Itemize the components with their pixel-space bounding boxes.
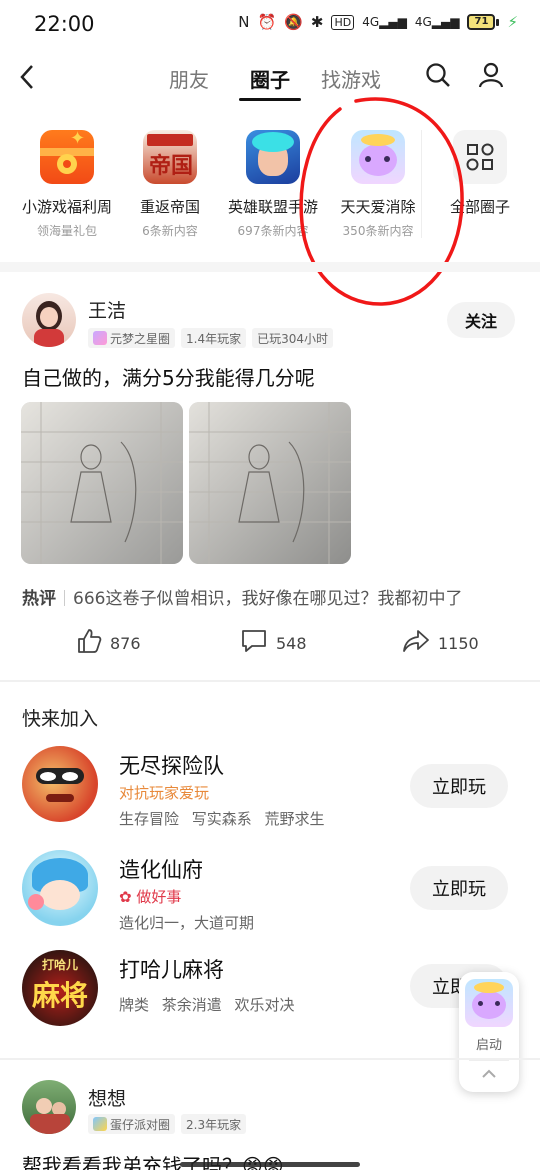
hd-icon: HD (331, 14, 355, 30)
player-years-tag: 2.3年玩家 (181, 1114, 247, 1134)
post-author[interactable]: 想想 (88, 1084, 126, 1111)
share-button[interactable]: 1150 (402, 628, 479, 658)
game-item-zaohua[interactable]: 造化仙府 ✿ 做好事 造化归一，大道可期 立即玩 (0, 850, 540, 950)
game-icon-wujin (22, 746, 98, 822)
cat-game-icon (465, 979, 513, 1027)
join-section-title: 快来加入 (22, 708, 99, 730)
game-icon-mahjong: 打哈儿 麻将 (22, 950, 98, 1026)
thumbs-up-icon (76, 628, 102, 658)
follow-button[interactable]: 关注 (447, 302, 515, 338)
avatar[interactable] (22, 1080, 76, 1134)
alarm-icon: ⏰ (257, 13, 277, 31)
post-image-2[interactable] (189, 402, 351, 564)
status-bar: 22:00 N ⏰ 🔕 ✱ HD 4G▂▄▆ 4G▂▄▆ 71 ⚡ (0, 0, 540, 48)
play-now-button[interactable]: 立即玩 (410, 764, 508, 808)
game-highlight: 对抗玩家爱玩 (119, 784, 210, 802)
signal-2-icon: 4G▂▄▆ (414, 15, 460, 29)
share-count: 1150 (438, 633, 479, 653)
play-hours-tag: 已玩304小时 (252, 328, 334, 348)
like-button[interactable]: 876 (76, 628, 141, 658)
divider (0, 680, 540, 682)
post-author[interactable]: 王洁 (88, 296, 126, 323)
like-count: 876 (110, 633, 141, 653)
charging-icon: ⚡ (507, 13, 518, 31)
feed-post[interactable]: 王洁 元梦之星圈 1.4年玩家 已玩304小时 关注 自己做的，满分5分我能得几… (0, 276, 540, 680)
tab-circles[interactable]: 圈子 (250, 64, 290, 93)
section-gap (0, 262, 540, 272)
hot-comment-label: 热评 (22, 589, 56, 609)
post-text: 帮我看看我弟充钱了吗？😡😡 (22, 1154, 284, 1170)
circle-tag-icon (93, 331, 107, 345)
comment-button[interactable]: 548 (240, 628, 307, 658)
game-name: 打哈儿麻将 (119, 958, 224, 982)
nfc-icon: N (238, 13, 250, 31)
post-text: 自己做的，满分5分我能得几分呢 (22, 366, 315, 390)
tab-find-games[interactable]: 找游戏 (321, 64, 381, 93)
lol-game-icon (246, 130, 300, 184)
floating-launch-widget[interactable]: 启动 (459, 972, 519, 1092)
comment-count: 548 (276, 633, 307, 653)
share-icon (402, 628, 430, 658)
author-tags: 元梦之星圈 1.4年玩家 已玩304小时 (88, 328, 334, 348)
chevron-up-icon[interactable] (479, 1066, 499, 1085)
circle-tag-icon (93, 1117, 107, 1131)
signal-icon: 4G▂▄▆ (362, 15, 407, 29)
circle-tag[interactable]: 元梦之星圈 (88, 328, 176, 348)
post-image-1[interactable] (21, 402, 183, 564)
bluetooth-icon: ✱ (310, 13, 324, 31)
play-now-button[interactable]: 立即玩 (410, 866, 508, 910)
tab-friends[interactable]: 朋友 (169, 64, 209, 93)
circle-item-empire[interactable]: 帝国 重返帝国 6条新内容 (118, 130, 222, 239)
game-icon-zaohua (22, 850, 98, 926)
player-years-tag: 1.4年玩家 (181, 328, 247, 348)
hot-comment[interactable]: 热评 666这卷子似曾相识，我好像在哪见过？我都初中了 (22, 584, 462, 609)
author-tags: 蛋仔派对圈 2.3年玩家 (88, 1114, 247, 1134)
avatar[interactable] (22, 293, 76, 347)
game-item-wujin[interactable]: 无尽探险队 对抗玩家爱玩 生存冒险 写实森系 荒野求生 立即玩 (0, 746, 540, 846)
flower-icon: ✿ (119, 888, 132, 906)
back-icon[interactable] (18, 64, 36, 94)
mute-icon: 🔕 (284, 13, 303, 31)
divider (0, 1058, 540, 1060)
circle-tag[interactable]: 蛋仔派对圈 (88, 1114, 176, 1134)
game-tags: 造化归一，大道可期 (119, 914, 255, 932)
gift-box-icon: ✦ (40, 130, 94, 184)
status-icons: N ⏰ 🔕 ✱ HD 4G▂▄▆ 4G▂▄▆ 71 ⚡ (238, 13, 518, 31)
battery-icon: 71 (467, 14, 500, 30)
empire-game-icon: 帝国 (143, 130, 197, 184)
game-name: 造化仙府 (119, 858, 203, 882)
comment-icon (240, 628, 268, 658)
game-name: 无尽探险队 (119, 754, 224, 778)
circle-item-mini-games[interactable]: ✦ 小游戏福利周 领海量礼包 (15, 130, 119, 239)
home-indicator (180, 1162, 360, 1167)
game-tags: 牌类 茶余消遣 欢乐对决 (119, 996, 295, 1014)
status-time: 22:00 (34, 12, 95, 36)
hot-comment-text: 666这卷子似曾相识，我好像在哪见过？我都初中了 (73, 589, 463, 609)
launch-label: 启动 (475, 1038, 502, 1053)
user-profile-icon[interactable] (478, 62, 504, 92)
game-tags: 生存冒险 写实森系 荒野求生 (119, 810, 325, 828)
game-highlight: ✿ 做好事 (119, 888, 182, 906)
active-tab-indicator (239, 98, 301, 101)
search-icon[interactable] (425, 62, 451, 92)
